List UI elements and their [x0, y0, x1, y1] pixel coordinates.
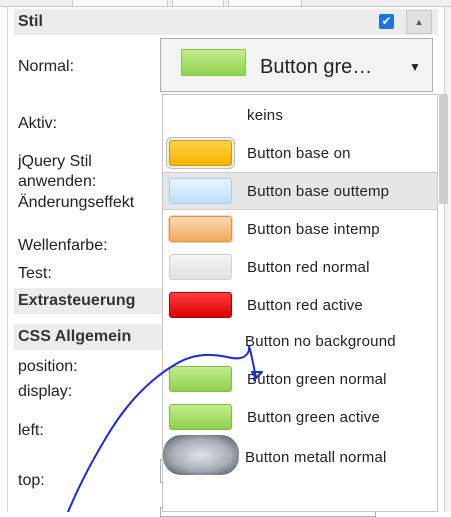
- dropdown-scrollbar-thumb[interactable]: [439, 94, 448, 204]
- style-swatch: [169, 140, 232, 166]
- selected-style-label: Button gre…: [260, 56, 373, 78]
- section-header-stil[interactable]: Stil: [14, 9, 438, 35]
- tab-strip: [0, 0, 451, 7]
- section-title-css-allgemein: CSS Allgemein: [18, 328, 132, 345]
- style-swatch: [169, 404, 232, 430]
- style-swatch: [169, 292, 232, 318]
- dropdown-option[interactable]: Button green normal: [163, 361, 437, 399]
- dropdown-option[interactable]: Button red active: [163, 287, 437, 325]
- label-test: Test:: [18, 265, 52, 282]
- option-label: Button base on: [247, 145, 351, 162]
- panel-border: [7, 7, 8, 512]
- style-swatch: [169, 178, 232, 204]
- dropdown-option[interactable]: Button base intemp: [163, 211, 437, 249]
- dropdown-option[interactable]: Button metall normal: [163, 435, 437, 479]
- dropdown-option[interactable]: Button green active: [163, 399, 437, 437]
- style-swatch: [169, 366, 232, 392]
- label-jquery-anwenden: anwenden:: [18, 173, 97, 190]
- dropdown-option[interactable]: Button red normal: [163, 249, 437, 287]
- dropdown-arrow-icon: ▼: [409, 60, 421, 74]
- label-top: top:: [18, 472, 45, 489]
- panel-scrollbar[interactable]: [444, 7, 451, 512]
- label-wellenfarbe: Wellenfarbe:: [18, 237, 108, 254]
- label-left: left:: [18, 422, 44, 439]
- dropdown-option[interactable]: Button base outtemp: [163, 172, 437, 210]
- normal-style-select[interactable]: Button gre… ▼: [160, 38, 433, 92]
- option-label: Button red normal: [247, 259, 370, 276]
- option-label: keins: [247, 107, 284, 124]
- section-title-stil: Stil: [18, 13, 43, 30]
- checkmark-icon: ✔: [381, 14, 392, 28]
- option-label: Button base outtemp: [247, 183, 390, 200]
- style-swatch: [169, 216, 232, 242]
- option-label: Button green normal: [247, 371, 387, 388]
- label-normal: Normal:: [18, 58, 75, 75]
- dropdown-option[interactable]: keins: [163, 97, 437, 135]
- tab[interactable]: [72, 0, 168, 7]
- dropdown-option[interactable]: Button base on: [163, 135, 437, 173]
- option-label: Button metall normal: [245, 449, 387, 466]
- label-display: display:: [18, 383, 73, 400]
- option-label: Button no background: [245, 333, 396, 350]
- tab[interactable]: [228, 0, 302, 7]
- label-aenderungseffekt: Änderungseffekt: [18, 194, 135, 211]
- dropdown-option[interactable]: Button no background: [163, 323, 437, 361]
- selected-style-swatch: [181, 49, 246, 76]
- label-position: position:: [18, 358, 78, 375]
- option-label: Button base intemp: [247, 221, 380, 238]
- option-label: Button red active: [247, 297, 363, 314]
- option-label: Button green active: [247, 409, 381, 426]
- label-jquery-stil: jQuery Stil: [18, 153, 92, 170]
- style-swatch: [169, 254, 232, 280]
- collapse-button[interactable]: ▲: [406, 10, 432, 34]
- label-aktiv: Aktiv:: [18, 115, 58, 132]
- stil-enable-checkbox[interactable]: ✔: [379, 14, 394, 29]
- section-title-extrasteuerung: Extrasteuerung: [18, 292, 136, 309]
- style-swatch: [163, 435, 239, 475]
- chevron-up-icon: ▲: [414, 17, 424, 27]
- tab[interactable]: [172, 0, 224, 7]
- style-dropdown-list[interactable]: keins Button base on Button base outtemp…: [162, 94, 438, 512]
